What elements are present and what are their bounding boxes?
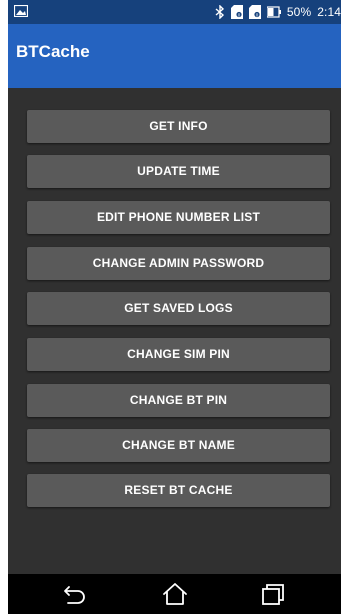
status-icons: 0 0 50% 2:14 bbox=[215, 0, 341, 24]
edit-phone-number-list-button[interactable]: EDIT PHONE NUMBER LIST bbox=[27, 201, 330, 234]
button-list: GET INFO UPDATE TIME EDIT PHONE NUMBER L… bbox=[8, 88, 341, 574]
get-info-button[interactable]: GET INFO bbox=[27, 110, 330, 143]
battery-icon bbox=[266, 6, 281, 18]
status-time: 2:14 bbox=[317, 5, 341, 19]
device-screen: 0 0 50% 2:14 BTCache GET INFO UPDATE TIM… bbox=[8, 0, 341, 614]
navigation-bar bbox=[8, 574, 341, 614]
change-sim-pin-button[interactable]: CHANGE SIM PIN bbox=[27, 338, 330, 371]
image-notification-icon bbox=[13, 4, 29, 18]
change-bt-pin-button[interactable]: CHANGE BT PIN bbox=[27, 384, 330, 417]
sim-card-icon: 0 bbox=[248, 5, 261, 19]
change-bt-name-button[interactable]: CHANGE BT NAME bbox=[27, 429, 330, 462]
app-title: BTCache bbox=[16, 42, 90, 61]
battery-percent: 50% bbox=[286, 5, 312, 19]
recent-apps-icon[interactable] bbox=[256, 581, 290, 607]
status-bar: 0 0 50% 2:14 bbox=[8, 0, 341, 24]
home-icon[interactable] bbox=[158, 581, 192, 607]
app-bar: BTCache bbox=[8, 24, 341, 88]
bluetooth-icon bbox=[215, 5, 225, 19]
sim-card-icon: 0 bbox=[230, 5, 243, 19]
update-time-button[interactable]: UPDATE TIME bbox=[27, 155, 330, 188]
get-saved-logs-button[interactable]: GET SAVED LOGS bbox=[27, 292, 330, 325]
change-admin-password-button[interactable]: CHANGE ADMIN PASSWORD bbox=[27, 247, 330, 280]
reset-bt-cache-button[interactable]: RESET BT CACHE bbox=[27, 474, 330, 507]
back-icon[interactable] bbox=[58, 581, 92, 607]
